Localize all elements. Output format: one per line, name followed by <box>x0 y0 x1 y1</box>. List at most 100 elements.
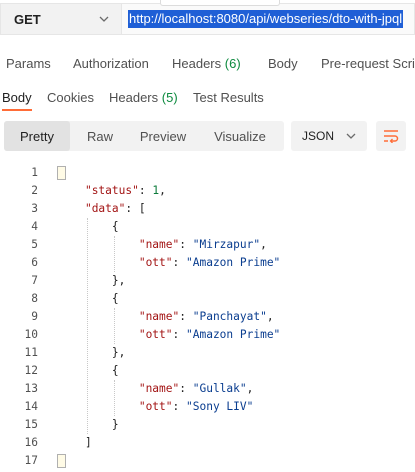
indent-guide <box>87 218 88 434</box>
view-toolbar: Pretty Raw Preview Visualize JSON <box>0 118 415 154</box>
code-text: "name": "Mirzapur", <box>58 236 267 254</box>
tab-response-body[interactable]: Body <box>2 90 32 105</box>
indent-guide <box>114 308 115 344</box>
json-punct: }, <box>58 274 126 287</box>
line-number: 13 <box>24 382 38 395</box>
json-punct: , <box>260 238 267 251</box>
json-key: "data" <box>84 202 126 215</box>
tab-test-results[interactable]: Test Results <box>193 90 264 105</box>
json-punct <box>58 184 85 197</box>
view-mode-segmented: Pretty Raw Preview Visualize <box>4 121 284 151</box>
json-punct: } <box>58 418 119 431</box>
code-line: 12 { <box>0 362 415 380</box>
code-line: 11 }, <box>0 344 415 362</box>
code-text: { <box>58 290 119 308</box>
code-line: 15 } <box>0 416 415 434</box>
tab-body[interactable]: Body <box>268 56 298 71</box>
indent-guide <box>114 380 115 416</box>
line-number: 8 <box>31 292 38 305</box>
line-number: 1 <box>31 166 38 179</box>
response-tabs: Body Cookies Headers (5) Test Results <box>0 84 415 111</box>
method-select[interactable]: GET <box>0 3 121 35</box>
request-bar: GET http://localhost:8080/api/webseries/… <box>0 0 415 43</box>
json-key: "status" <box>84 184 139 197</box>
tab-cookies[interactable]: Cookies <box>47 90 94 105</box>
json-punct: , <box>266 310 274 323</box>
code-line: 10 "ott": "Amazon Prime" <box>0 326 415 344</box>
code-text: "status": 1, <box>58 182 166 200</box>
json-punct: , <box>159 184 166 197</box>
line-number: 16 <box>24 436 38 449</box>
code-line: 8 { <box>0 290 415 308</box>
tab-pre-request-script[interactable]: Pre-request Script <box>321 56 415 71</box>
json-punct: : <box>179 238 193 251</box>
json-punct <box>58 238 139 251</box>
response-code-viewer[interactable]: 1{2 "status": 1,3 "data": [4 {5 "name": … <box>0 164 415 472</box>
code-text: "data": [ <box>58 200 146 218</box>
json-punct: }, <box>58 346 126 359</box>
code-line: 13 "name": "Gullak", <box>0 380 415 398</box>
json-punct <box>58 400 139 413</box>
code-line: 14 "ott": "Sony LIV" <box>0 398 415 416</box>
json-punct: : [ <box>125 202 146 215</box>
json-punct: ] <box>58 436 92 449</box>
method-label: GET <box>14 11 41 27</box>
code-line: 6 "ott": "Amazon Prime" <box>0 254 415 272</box>
code-text: } <box>58 416 119 434</box>
bracket-match-highlight <box>57 454 66 468</box>
code-text: }, <box>58 272 125 290</box>
url-text-selected: http://localhost:8080/api/webseries/dto-… <box>128 10 404 28</box>
json-key: "ott" <box>138 256 173 269</box>
format-label: JSON <box>302 129 335 143</box>
json-key: "name" <box>138 238 180 251</box>
code-line: 9 "name": "Panchayat", <box>0 308 415 326</box>
tab-headers[interactable]: Headers (6) <box>172 56 241 71</box>
json-punct: : <box>172 400 186 413</box>
json-key: "ott" <box>138 328 173 341</box>
json-punct <box>58 256 139 269</box>
code-text: "ott": "Amazon Prime" <box>58 326 280 344</box>
chevron-down-icon <box>99 16 109 22</box>
line-number: 12 <box>24 364 38 377</box>
code-text: "name": "Panchayat", <box>58 308 274 326</box>
view-visualize-button[interactable]: Visualize <box>196 121 284 151</box>
code-text: ] <box>58 434 92 452</box>
tab-params[interactable]: Params <box>6 56 51 71</box>
line-number: 11 <box>24 346 38 359</box>
response-headers-count: (5) <box>161 90 178 105</box>
format-select[interactable]: JSON <box>291 121 367 151</box>
view-preview-button[interactable]: Preview <box>130 121 196 151</box>
json-punct <box>58 202 85 215</box>
json-punct <box>58 382 139 395</box>
wrap-lines-button[interactable] <box>376 121 406 151</box>
code-line: 5 "name": "Mirzapur", <box>0 236 415 254</box>
json-punct <box>58 328 139 341</box>
wrap-lines-icon <box>384 130 399 143</box>
view-raw-button[interactable]: Raw <box>70 121 130 151</box>
json-punct: { <box>58 364 119 377</box>
view-pretty-button[interactable]: Pretty <box>4 121 70 151</box>
json-punct: { <box>58 220 119 233</box>
line-number: 3 <box>31 202 38 215</box>
line-number: 4 <box>31 220 38 233</box>
code-line: 4 { <box>0 218 415 236</box>
json-punct <box>58 310 139 323</box>
json-punct: : <box>179 382 193 395</box>
code-line: 2 "status": 1, <box>0 182 415 200</box>
url-input[interactable]: http://localhost:8080/api/webseries/dto-… <box>121 3 415 35</box>
code-line: 3 "data": [ <box>0 200 415 218</box>
tooltip-edge <box>160 0 280 6</box>
tab-response-headers[interactable]: Headers (5) <box>109 90 178 105</box>
code-text: "ott": "Amazon Prime" <box>58 254 280 272</box>
tab-authorization[interactable]: Authorization <box>73 56 149 71</box>
line-number: 15 <box>24 418 38 431</box>
request-tabs: Params Authorization Headers (6) Body Pr… <box>0 46 415 82</box>
indent-guide <box>114 236 115 272</box>
line-number: 6 <box>31 256 38 269</box>
json-punct: , <box>246 382 254 395</box>
json-key: "ott" <box>138 400 173 413</box>
line-number: 2 <box>31 184 38 197</box>
json-punct: : <box>172 328 186 341</box>
chevron-down-icon <box>346 133 356 139</box>
code-line: 7 }, <box>0 272 415 290</box>
